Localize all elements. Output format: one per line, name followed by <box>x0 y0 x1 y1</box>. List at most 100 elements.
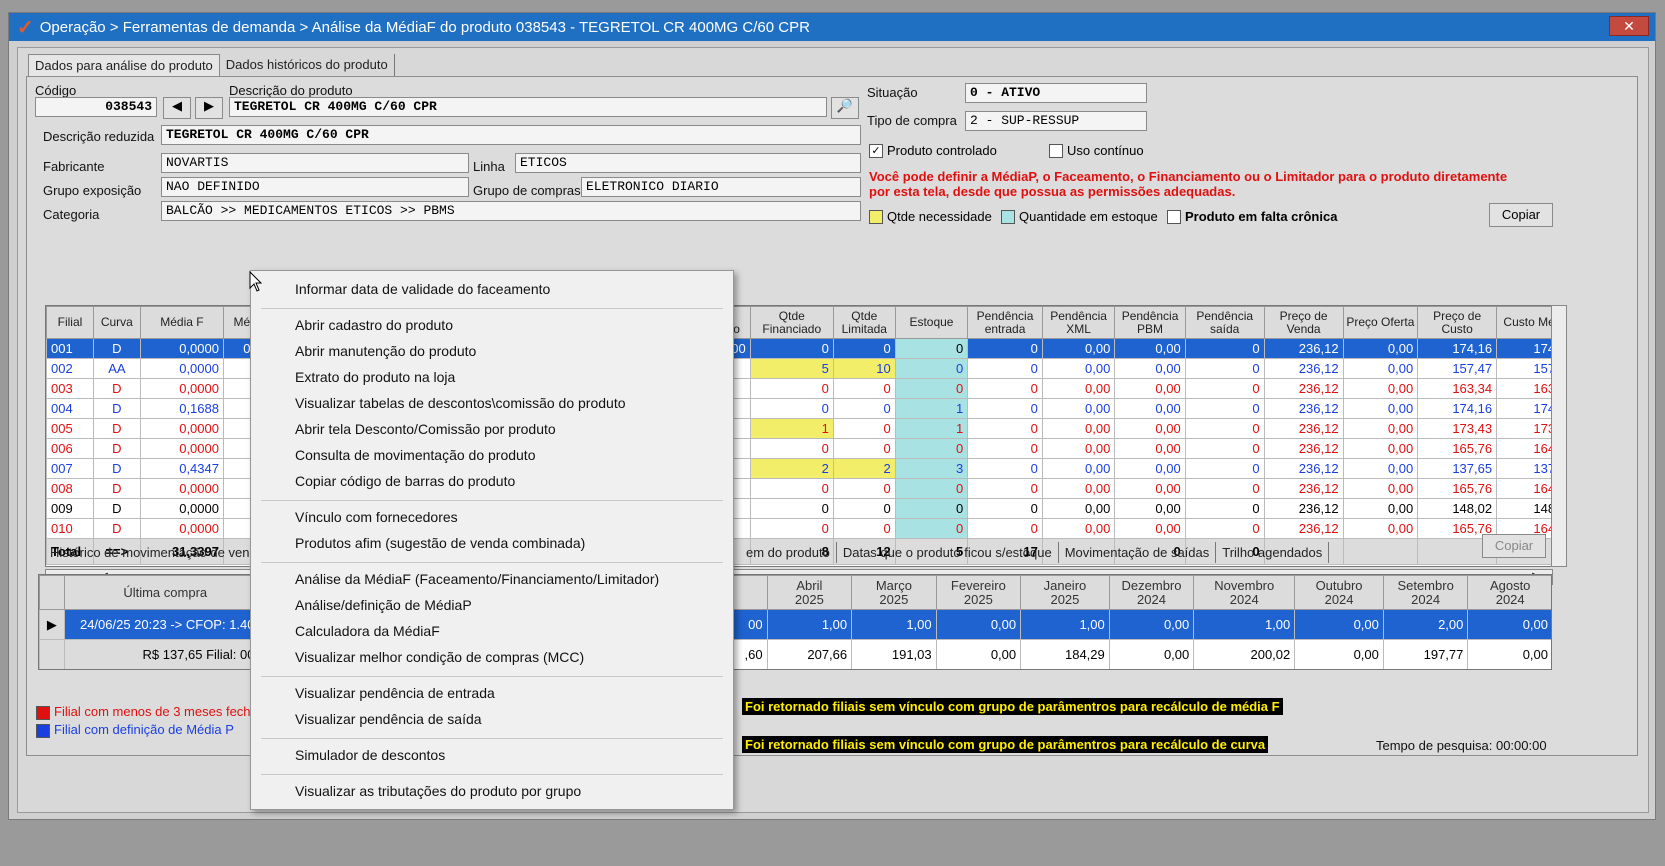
grid-cell[interactable]: 0,00 <box>1041 498 1116 519</box>
grid-cell[interactable]: D <box>92 438 141 459</box>
grid-cell[interactable]: 163,34 <box>1417 378 1498 399</box>
grid-cell[interactable]: D <box>92 398 141 419</box>
grupo-exposicao-field[interactable]: NAO DEFINIDO <box>161 177 469 197</box>
grid-cell[interactable]: 001 <box>46 338 94 359</box>
copiar-button[interactable]: Copiar <box>1489 203 1553 227</box>
grid-cell[interactable]: 0,00 <box>1342 458 1419 479</box>
tab-produto[interactable]: em do produto <box>740 542 837 563</box>
grid-cell[interactable]: 137,65 <box>1496 458 1552 479</box>
grid-cell[interactable]: AA <box>92 358 141 379</box>
grid-cell[interactable]: 0,00 <box>1041 378 1116 399</box>
grid-header-cell[interactable]: Preço de Venda <box>1263 306 1344 339</box>
grid-cell[interactable]: D <box>92 478 141 499</box>
grid-cell[interactable]: 0 <box>967 338 1043 359</box>
context-menu-item[interactable]: Visualizar tabelas de descontos\comissão… <box>295 395 626 411</box>
grid-cell[interactable]: 0,0000 <box>139 498 224 519</box>
tab-datas-sem-estoque[interactable]: Datas que o produto ficou s/estoque <box>837 542 1059 563</box>
history-cell[interactable]: 2,00 <box>1382 609 1469 640</box>
grid-cell[interactable]: 157,47 <box>1417 358 1498 379</box>
grid-cell[interactable]: 236,12 <box>1263 378 1344 399</box>
grid-cell[interactable]: 0 <box>832 378 896 399</box>
grid-cell[interactable]: 0,00 <box>1114 518 1186 539</box>
grid-header-cell[interactable]: Filial <box>46 306 94 339</box>
grid-cell[interactable]: 3 <box>894 458 969 479</box>
context-menu-item[interactable]: Visualizar pendência de entrada <box>295 685 495 701</box>
grid-cell[interactable]: 0,0000 <box>139 438 224 459</box>
grid-cell[interactable]: 0,00 <box>1041 418 1116 439</box>
grid-cell[interactable]: 0 <box>967 498 1043 519</box>
tab-movimentacao-saidas[interactable]: Movimentação de saídas <box>1059 542 1217 563</box>
context-menu-item[interactable]: Abrir manutenção do produto <box>295 343 476 359</box>
grid-cell[interactable]: 0,00 <box>1342 338 1419 359</box>
grid-cell[interactable]: 174,16 <box>1496 338 1552 359</box>
categoria-field[interactable]: BALCÃO >> MEDICAMENTOS ETICOS >> PBMS <box>161 201 861 221</box>
reduzida-field[interactable]: TEGRETOL CR 400MG C/60 CPR <box>161 125 861 145</box>
grid-header-cell[interactable]: Pendência PBM <box>1114 306 1186 339</box>
tipo-compra-field[interactable]: 2 - SUP-RESSUP <box>965 111 1147 131</box>
history-cell[interactable]: 200,02 <box>1193 639 1296 669</box>
tab-dados-analise[interactable]: Dados para análise do produto <box>28 54 220 76</box>
grid-cell[interactable]: 0 <box>1184 398 1265 419</box>
tab-historico-vendas[interactable]: Histórico de movimentação de vendas <box>44 542 278 563</box>
history-cell[interactable]: R$ 137,65 Filial: 007 <box>63 639 267 669</box>
grid-cell[interactable]: 137,65 <box>1417 458 1498 479</box>
grid-cell[interactable]: 003 <box>46 378 94 399</box>
produto-controlado-checkbox[interactable]: ✓ Produto controlado <box>869 143 997 158</box>
grid-header-cell[interactable]: Preço Oferta <box>1342 306 1419 339</box>
grid-cell[interactable]: 0 <box>894 378 969 399</box>
grid-cell[interactable]: 165,76 <box>1417 478 1498 499</box>
grid-cell[interactable]: 0 <box>832 338 896 359</box>
grid-cell[interactable]: 236,12 <box>1263 458 1344 479</box>
grid-cell[interactable]: 174,16 <box>1417 338 1498 359</box>
grid-cell[interactable]: 0 <box>749 518 834 539</box>
grid-cell[interactable]: 0 <box>749 438 834 459</box>
grid-cell[interactable]: 0,0000 <box>139 338 224 359</box>
grid-cell[interactable]: D <box>92 458 141 479</box>
grid-cell[interactable]: 173,43 <box>1496 418 1552 439</box>
grid-cell[interactable]: 165,76 <box>1417 438 1498 459</box>
grid-cell[interactable]: 164,55 <box>1496 478 1552 499</box>
grid-cell[interactable]: 0 <box>749 398 834 419</box>
grid-cell[interactable]: 0,00 <box>1041 398 1116 419</box>
history-cell[interactable]: 1,00 <box>851 609 937 640</box>
linha-field[interactable]: ETICOS <box>515 153 861 173</box>
history-cell[interactable]: 184,29 <box>1020 639 1110 669</box>
context-menu-item[interactable]: Copiar código de barras do produto <box>295 473 515 489</box>
grid-cell[interactable]: 0,00 <box>1114 438 1186 459</box>
grid-cell[interactable]: 236,12 <box>1263 438 1344 459</box>
grid-cell[interactable]: 0,00 <box>1041 518 1116 539</box>
grid-cell[interactable]: 0 <box>1184 458 1265 479</box>
grid-cell[interactable]: D <box>92 338 141 359</box>
history-cell[interactable]: 0,00 <box>1108 609 1195 640</box>
tab-dados-historicos[interactable]: Dados históricos do produto <box>220 54 395 76</box>
grid-cell[interactable]: 0 <box>1184 518 1265 539</box>
history-cell[interactable]: 0,00 <box>1467 609 1551 640</box>
grid-cell[interactable]: 1 <box>749 418 834 439</box>
grid-cell[interactable]: 236,12 <box>1263 398 1344 419</box>
grid-cell[interactable]: 0,0000 <box>139 378 224 399</box>
grid-cell[interactable]: 0 <box>749 478 834 499</box>
grid-cell[interactable]: 0 <box>967 458 1043 479</box>
history-cell[interactable]: 24/06/25 20:23 -> CFOP: 1.403 <box>63 609 267 640</box>
grid-cell[interactable]: 0 <box>832 478 896 499</box>
grid-header-cell[interactable]: Média F <box>139 306 224 339</box>
grid-cell[interactable]: 0,00 <box>1114 478 1186 499</box>
context-menu-item[interactable]: Consulta de movimentação do produto <box>295 447 535 463</box>
grid-cell[interactable]: 236,12 <box>1263 478 1344 499</box>
grid-cell[interactable]: 0 <box>832 518 896 539</box>
grid-cell[interactable]: 0,00 <box>1041 438 1116 459</box>
grid-header-cell[interactable]: Pendência entrada <box>967 306 1043 339</box>
grid-cell[interactable]: 174,16 <box>1417 398 1498 419</box>
grid-cell[interactable]: 148,02 <box>1417 498 1498 519</box>
grid-cell[interactable]: 0 <box>1184 478 1265 499</box>
grid-cell[interactable]: 0,00 <box>1114 358 1186 379</box>
descricao-field[interactable]: TEGRETOL CR 400MG C/60 CPR <box>229 97 827 117</box>
grid-cell[interactable]: 0 <box>967 478 1043 499</box>
grid-cell[interactable]: 0 <box>1184 378 1265 399</box>
situacao-field[interactable]: 0 - ATIVO <box>965 83 1147 103</box>
grid-vertical-scrollbar[interactable] <box>1551 305 1567 567</box>
grid-cell[interactable]: 0,00 <box>1041 478 1116 499</box>
history-cell[interactable]: 1,00 <box>1193 609 1296 640</box>
grid-cell[interactable]: 236,12 <box>1263 358 1344 379</box>
grid-cell[interactable]: 0,00 <box>1041 458 1116 479</box>
